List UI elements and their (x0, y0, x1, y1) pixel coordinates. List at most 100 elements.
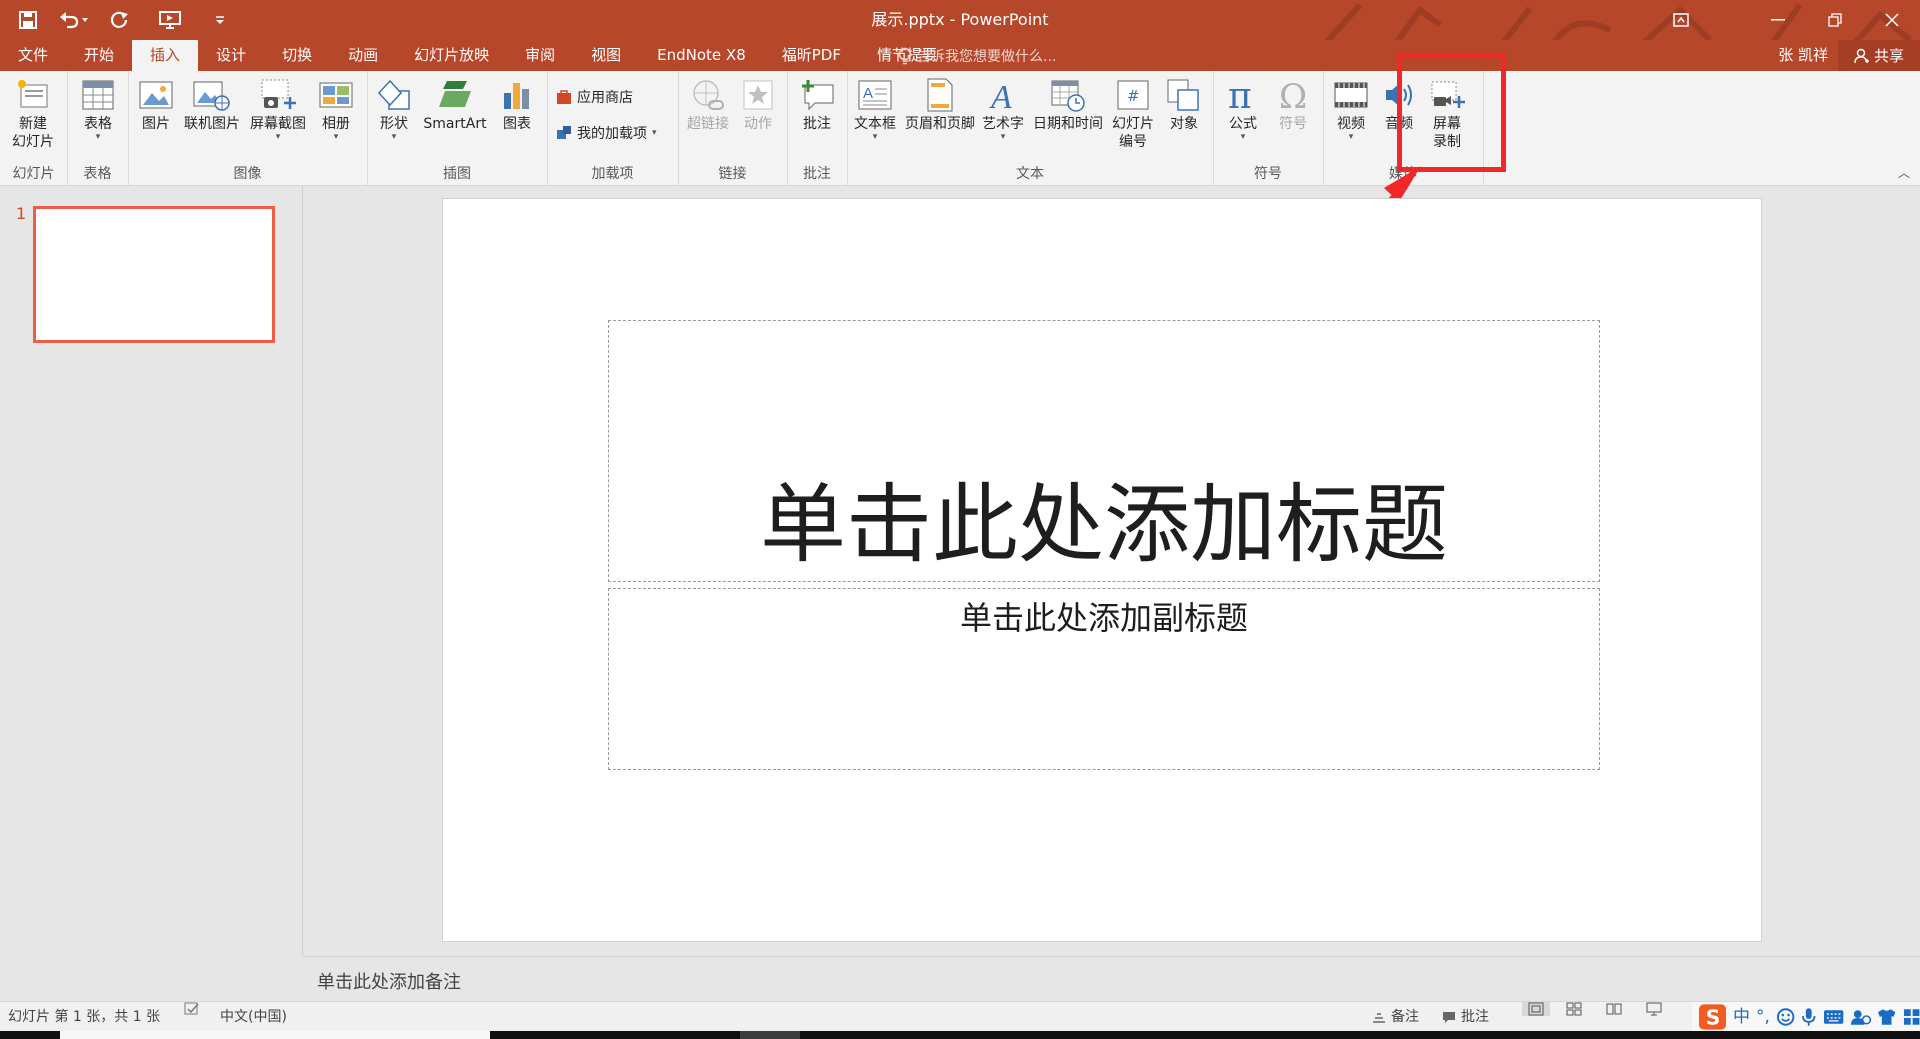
online-picture-button[interactable]: 联机图片 (180, 75, 244, 159)
screenshot-button[interactable]: 屏幕截图 ▾ (246, 75, 310, 159)
language-indicator[interactable]: 中文(中国) (220, 1002, 287, 1032)
screenshot-icon (259, 75, 297, 115)
comments-toggle-label: 批注 (1461, 1009, 1489, 1025)
tab-animations[interactable]: 动画 (330, 40, 396, 71)
microphone-icon[interactable] (1801, 1007, 1816, 1027)
album-label: 相册 (322, 116, 350, 132)
slideshow-view-icon[interactable] (1646, 1002, 1662, 1016)
restore-icon[interactable] (1806, 0, 1863, 40)
tab-file[interactable]: 文件 (0, 40, 66, 71)
save-icon[interactable] (10, 5, 46, 35)
smartart-button[interactable]: SmartArt (419, 75, 491, 159)
tab-view[interactable]: 视图 (573, 40, 639, 71)
title-placeholder[interactable]: 单击此处添加标题 (608, 320, 1600, 582)
group-label-addins: 加载项 (591, 166, 634, 182)
film-icon (1332, 75, 1370, 115)
user-name[interactable]: 张 凯祥 (1778, 40, 1828, 71)
new-slide-button[interactable]: 新建 幻灯片 (3, 75, 63, 159)
ribbon-display-options-icon[interactable] (1652, 0, 1709, 40)
group-label-symbols: 符号 (1254, 166, 1282, 182)
chart-button[interactable]: 图表 (495, 75, 539, 159)
minimize-icon[interactable] (1749, 0, 1806, 40)
datetime-button[interactable]: 日期和时间 (1029, 75, 1107, 159)
share-button[interactable]: 共享 (1838, 40, 1920, 71)
slide-thumbnail[interactable] (33, 206, 275, 343)
group-label-text: 文本 (1016, 166, 1044, 182)
dropdown-caret-icon: ▾ (391, 132, 397, 142)
header-footer-icon (921, 75, 959, 115)
title-placeholder-text: 单击此处添加标题 (760, 475, 1448, 575)
tab-foxit-pdf[interactable]: 福昕PDF (764, 40, 859, 71)
picture-button[interactable]: 图片 (134, 75, 178, 159)
comment-bubble-icon (1443, 1011, 1455, 1023)
picture-icon (137, 75, 175, 115)
tab-endnote[interactable]: EndNote X8 (639, 40, 764, 71)
quick-access-toolbar (10, 0, 238, 40)
emoji-icon[interactable] (1776, 1007, 1795, 1027)
symbol-button[interactable]: Ω 符号 (1271, 75, 1315, 159)
equation-button[interactable]: π 公式 ▾ (1221, 75, 1265, 159)
textbox-button[interactable]: A 文本框 ▾ (851, 75, 899, 159)
slide-number-label: 幻灯片 编号 (1112, 116, 1154, 150)
customize-qat-icon[interactable] (202, 5, 238, 35)
tell-me-search[interactable]: 告诉我您想要做什么... (898, 40, 1056, 71)
tab-slideshow[interactable]: 幻灯片放映 (396, 40, 507, 71)
table-button[interactable]: 表格 ▾ (73, 75, 123, 159)
wordart-button[interactable]: A 艺术字 ▾ (979, 75, 1027, 159)
group-addins: 应用商店 我的加载项 ▾ 加载项 (547, 71, 679, 185)
video-button[interactable]: 视频 ▾ (1329, 75, 1373, 159)
group-label-images: 图像 (233, 166, 262, 182)
tab-transitions[interactable]: 切换 (264, 40, 330, 71)
spell-check-icon[interactable] (184, 1002, 200, 1016)
action-button[interactable]: 动作 (736, 75, 780, 159)
new-slide-label: 新建 幻灯片 (12, 116, 54, 150)
subtitle-placeholder[interactable]: 单击此处添加副标题 (608, 588, 1600, 770)
screenshot-label: 屏幕截图 (250, 116, 306, 132)
ime-language[interactable]: 中 (1733, 1002, 1750, 1032)
hyperlink-button[interactable]: 超链接 (684, 75, 732, 159)
ime-punctuation[interactable]: °, (1756, 1002, 1770, 1032)
sogou-logo-icon[interactable]: S (1698, 1003, 1727, 1031)
undo-icon[interactable] (52, 5, 96, 35)
redo-icon[interactable] (102, 5, 138, 35)
store-button[interactable]: 应用商店 (556, 87, 633, 107)
notes-toggle[interactable]: 备注 (1372, 1002, 1419, 1032)
svg-text:π: π (1228, 78, 1252, 112)
tell-me-placeholder: 告诉我您想要做什么... (917, 48, 1057, 65)
reading-view-icon[interactable] (1606, 1002, 1622, 1016)
equation-label: 公式 (1229, 116, 1257, 132)
my-addins-button[interactable]: 我的加载项 ▾ (556, 123, 657, 143)
skin-shirt-icon[interactable] (1877, 1008, 1896, 1026)
datetime-label: 日期和时间 (1033, 116, 1103, 132)
smartart-icon (436, 75, 474, 115)
close-icon[interactable] (1863, 0, 1920, 40)
slide-thumbnail-pane: 1 (0, 186, 303, 956)
hyperlink-label: 超链接 (687, 116, 729, 132)
table-label: 表格 (84, 116, 112, 132)
ime-toolbar: S 中 °, (1692, 1002, 1920, 1032)
header-footer-label: 页眉和页脚 (905, 116, 975, 132)
notes-pane[interactable]: 单击此处添加备注 (303, 956, 1920, 1002)
user-tools-icon[interactable] (1850, 1008, 1872, 1026)
shapes-button[interactable]: 形状 ▾ (373, 75, 415, 159)
header-footer-button[interactable]: 页眉和页脚 (901, 75, 979, 159)
tab-review[interactable]: 审阅 (507, 40, 573, 71)
keyboard-icon[interactable] (1823, 1009, 1844, 1025)
comments-toggle[interactable]: 批注 (1442, 1002, 1489, 1032)
toolbox-grid-icon[interactable] (1903, 1008, 1920, 1026)
comment-icon (798, 75, 836, 115)
slide-number-button[interactable]: # 幻灯片 编号 (1107, 75, 1159, 159)
slide-sorter-icon[interactable] (1566, 1002, 1582, 1016)
tab-home[interactable]: 开始 (66, 40, 132, 71)
video-label: 视频 (1337, 116, 1365, 132)
present-from-start-icon[interactable] (144, 5, 196, 35)
tab-design[interactable]: 设计 (198, 40, 264, 71)
tab-insert[interactable]: 插入 (132, 40, 199, 71)
object-button[interactable]: 对象 (1161, 75, 1207, 159)
normal-view-icon[interactable] (1522, 1002, 1550, 1016)
comment-button[interactable]: 批注 (793, 75, 841, 159)
slide-canvas: 单击此处添加标题 单击此处添加副标题 (442, 198, 1762, 942)
dropdown-caret-icon: ▾ (1348, 132, 1354, 142)
collapse-ribbon-icon[interactable]: ︿ (1898, 164, 1910, 181)
album-button[interactable]: 相册 ▾ (312, 75, 360, 159)
